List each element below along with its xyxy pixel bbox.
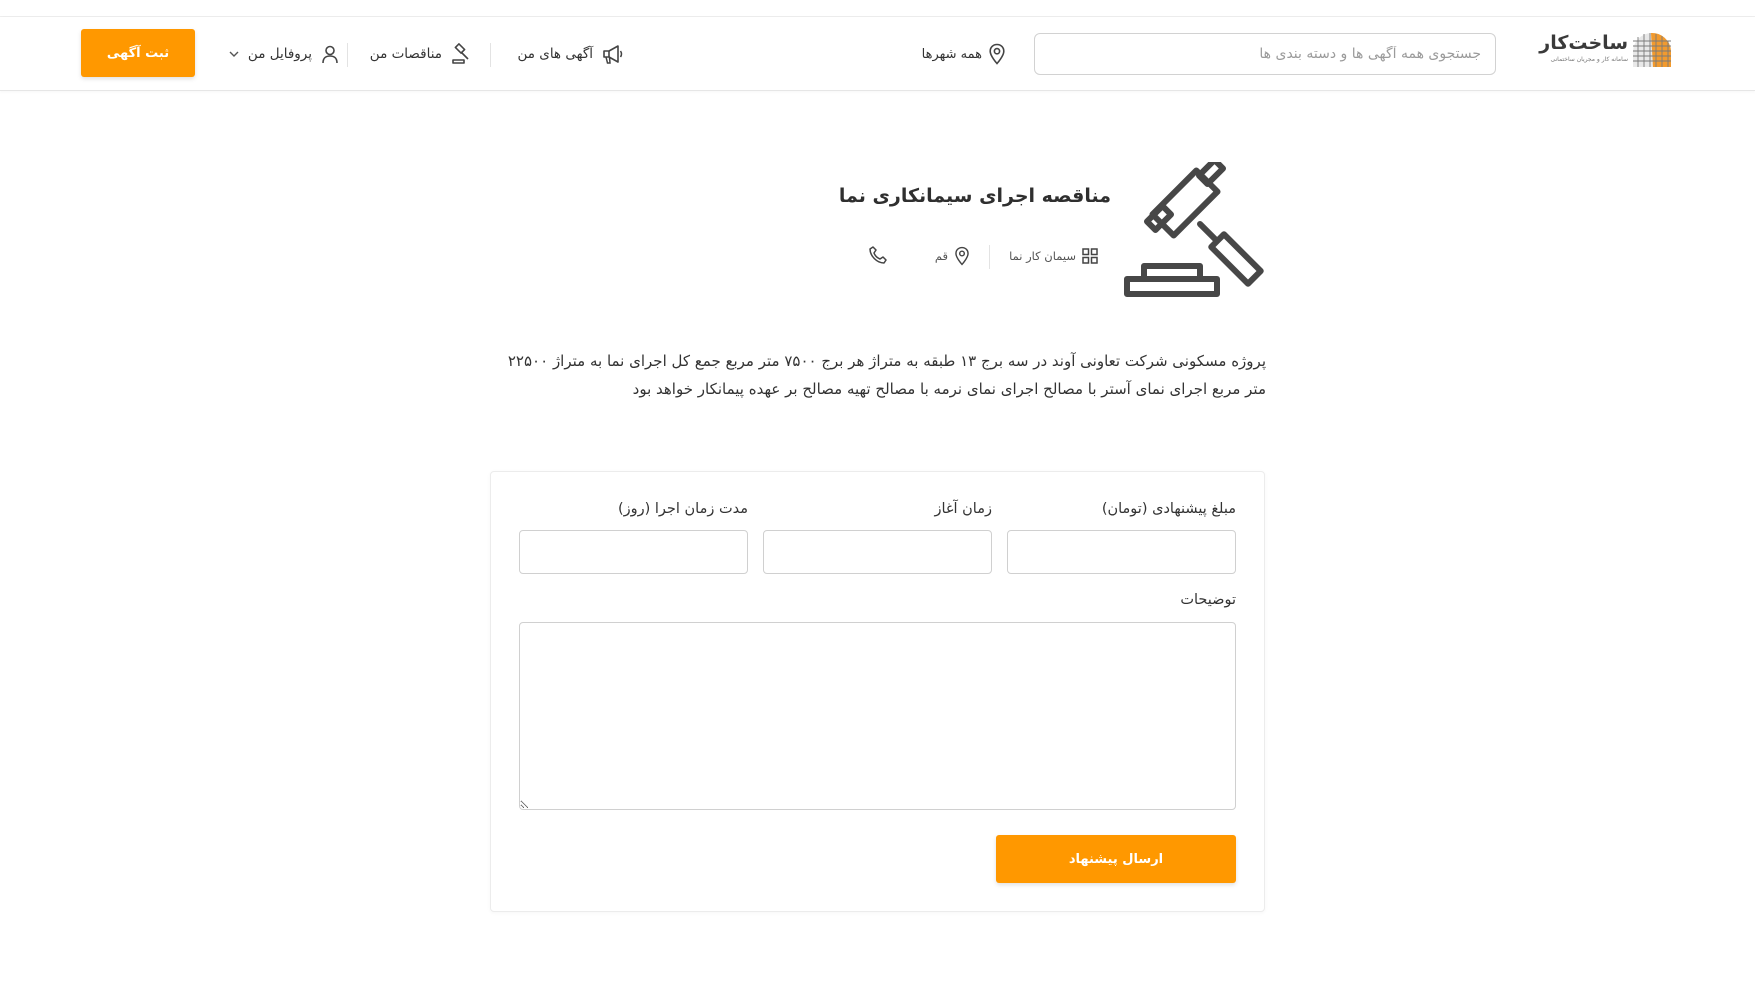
meta-divider [989, 245, 990, 269]
gavel-icon [452, 43, 469, 64]
gavel-icon [1124, 162, 1264, 297]
start-time-label: زمان آغاز [934, 501, 992, 517]
tender-title: مناقصه اجرای سیمانکاری نما [838, 185, 1111, 207]
logo-title: ساخت‌کار [1539, 32, 1628, 54]
notes-label: توضیحات [1180, 592, 1236, 608]
nav-divider [490, 43, 491, 67]
nav-profile[interactable]: پروفایل من [226, 41, 340, 67]
grid-icon [1082, 248, 1098, 264]
nav-my-tenders[interactable]: مناقصات من [367, 41, 472, 67]
map-pin-icon [955, 246, 969, 266]
tender-description: پروژه مسکونی شرکت تعاونی آوند در سه برج … [507, 352, 1266, 398]
phone-icon[interactable] [868, 245, 888, 265]
nav-divider [347, 43, 348, 67]
duration-input[interactable] [519, 530, 748, 574]
submit-bid-button[interactable]: ارسال پیشنهاد [996, 835, 1236, 883]
user-icon [322, 45, 338, 64]
price-input[interactable] [1007, 530, 1236, 574]
city-selector-label: همه شهرها [921, 46, 982, 62]
chevron-down-icon [229, 51, 239, 57]
search-input[interactable] [1034, 33, 1496, 75]
site-logo[interactable]: ساخت‌کار سامانه کار و مجریان ساختمانی [1536, 31, 1674, 71]
price-label: مبلغ پیشنهادی (تومان) [1101, 501, 1236, 517]
nav-my-tenders-label: مناقصات من [369, 46, 442, 62]
megaphone-icon [603, 45, 623, 64]
tender-category-label: سیمان کار نما [1009, 249, 1076, 263]
tender-city-label: قم [934, 249, 948, 263]
nav-my-ads[interactable]: آگهی های من [510, 41, 625, 67]
map-pin-icon [989, 43, 1005, 65]
start-time-input[interactable] [763, 530, 992, 574]
city-selector[interactable]: همه شهرها [906, 41, 1006, 67]
duration-label: مدت زمان اجرا (روز) [617, 501, 748, 517]
nav-profile-label: پروفایل من [247, 46, 312, 62]
tender-city[interactable]: قم [926, 243, 970, 269]
header: ساخت‌کار سامانه کار و مجریان ساختمانی [0, 17, 1755, 91]
logo-mark-icon [1633, 32, 1671, 67]
nav-my-ads-label: آگهی های من [517, 46, 593, 62]
tender-category[interactable]: سیمان کار نما [1008, 243, 1098, 269]
post-ad-button[interactable]: ثبت آگهی [81, 29, 195, 77]
logo-subtitle: سامانه کار و مجریان ساختمانی [1550, 56, 1628, 63]
notes-textarea[interactable] [519, 622, 1236, 810]
